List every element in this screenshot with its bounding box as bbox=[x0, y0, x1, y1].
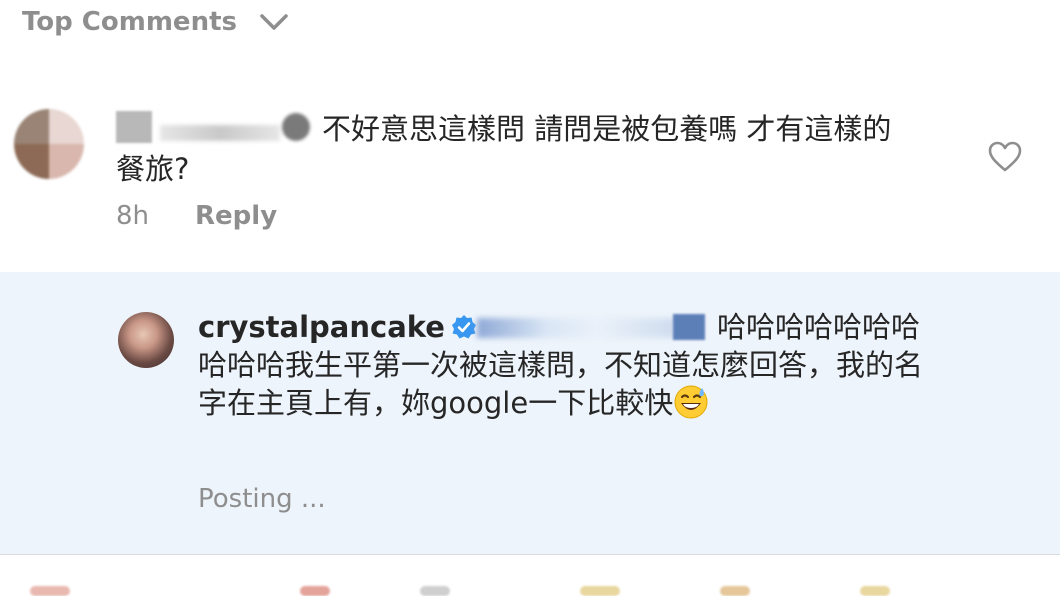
chevron-down-icon[interactable] bbox=[259, 7, 289, 37]
reply-avatar[interactable] bbox=[118, 312, 174, 368]
next-item-peek bbox=[720, 586, 750, 596]
reply-text-block: crystalpancake 哈哈哈哈哈哈哈哈哈哈我生平第一次被這樣問，不知道怎… bbox=[198, 308, 928, 422]
posting-status: Posting ... bbox=[198, 484, 326, 514]
comment-text: 不好意思這樣問 請問是被包養嗎 才有這樣的餐旅? bbox=[116, 112, 892, 186]
next-item-peek bbox=[420, 586, 450, 596]
reply-username[interactable]: crystalpancake bbox=[198, 310, 445, 344]
comment-timestamp: 8h bbox=[116, 201, 150, 231]
commenter-avatar[interactable] bbox=[14, 109, 84, 179]
next-item-peek bbox=[30, 586, 70, 596]
next-item-peek bbox=[300, 586, 330, 596]
verified-badge-icon bbox=[451, 311, 477, 339]
reply-button[interactable]: Reply bbox=[195, 201, 277, 231]
redacted-mention bbox=[476, 312, 705, 342]
top-comments-toggle[interactable]: Top Comments bbox=[22, 4, 289, 40]
next-item-peek bbox=[580, 586, 620, 596]
heart-icon[interactable] bbox=[988, 141, 1022, 173]
divider bbox=[0, 554, 1060, 555]
next-item-peek bbox=[860, 586, 890, 596]
comment-meta: 8h Reply bbox=[116, 201, 277, 231]
top-comments-label: Top Comments bbox=[22, 7, 237, 37]
grinning-sweat-emoji-icon bbox=[673, 384, 709, 420]
comment-item: 不好意思這樣問 請問是被包養嗎 才有這樣的餐旅? 8h Reply bbox=[0, 95, 1060, 265]
reply-comment-item: crystalpancake 哈哈哈哈哈哈哈哈哈哈我生平第一次被這樣問，不知道怎… bbox=[0, 272, 1060, 554]
